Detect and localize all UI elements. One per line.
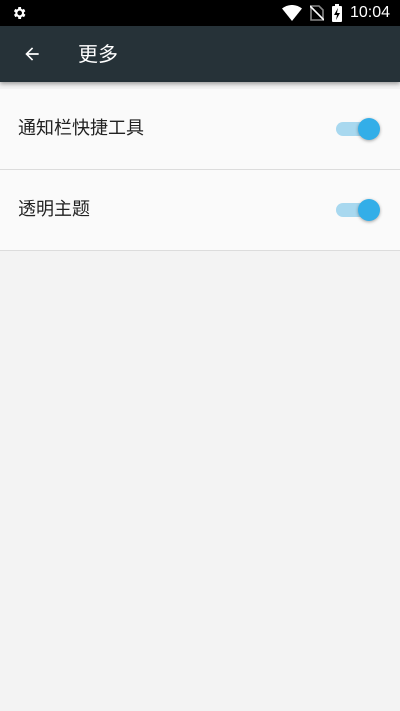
arrow-back-icon — [25, 47, 39, 61]
app-bar: 更多 — [0, 26, 400, 82]
setting-label: 通知栏快捷工具 — [18, 118, 144, 139]
settings-gear-icon — [13, 7, 26, 19]
setting-label: 透明主题 — [18, 199, 90, 220]
notification-shortcuts-toggle[interactable] — [336, 118, 380, 140]
wifi-icon — [281, 5, 302, 21]
setting-item-transparent-theme[interactable]: 透明主题 — [0, 170, 400, 251]
toggle-thumb — [358, 118, 380, 140]
no-sim-icon — [309, 5, 324, 21]
transparent-theme-toggle[interactable] — [336, 199, 380, 221]
toggle-thumb — [358, 199, 380, 221]
settings-list: 通知栏快捷工具 透明主题 — [0, 89, 400, 251]
setting-item-notification-shortcuts[interactable]: 通知栏快捷工具 — [0, 89, 400, 170]
status-time: 10:04 — [349, 4, 390, 21]
page-title: 更多 — [78, 42, 118, 66]
battery-charging-icon — [331, 4, 342, 22]
back-button[interactable] — [12, 34, 52, 74]
status-bar: 10:04 — [0, 0, 400, 26]
